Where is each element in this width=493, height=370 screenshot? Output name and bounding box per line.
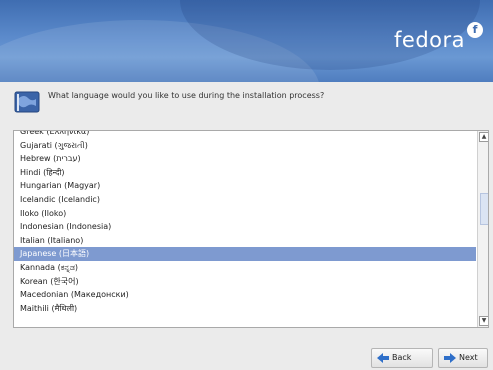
language-list[interactable]: Greek (Ελληνικά) Gujarati (ગુજરાતી) Hebrew…	[13, 130, 489, 328]
next-arrow-icon	[444, 353, 456, 363]
language-flag-icon	[14, 91, 40, 113]
next-button-label: Next	[459, 353, 478, 362]
scrollbar-thumb[interactable]	[480, 193, 488, 225]
language-option[interactable]: Maithili (मैथिली)	[14, 302, 476, 316]
scroll-up-icon[interactable]: ▲	[479, 132, 488, 142]
language-option[interactable]: Macedonian (Македонски)	[14, 288, 476, 302]
language-option[interactable]: Icelandic (Icelandic)	[14, 193, 476, 207]
language-option[interactable]: Italian (Italiano)	[14, 234, 476, 248]
prompt-text: What language would you like to use duri…	[48, 91, 325, 100]
fedora-logo: fedora	[394, 28, 465, 52]
language-option[interactable]: Kannada (ಕನ್ನಡ)	[14, 261, 476, 275]
header-banner: fedora f	[0, 0, 493, 82]
language-list-items: Greek (Ελληνικά) Gujarati (ગુજરાતી) Hebrew…	[14, 131, 476, 316]
next-button[interactable]: Next	[438, 348, 488, 368]
back-button[interactable]: Back	[371, 348, 433, 368]
language-option[interactable]: Gujarati (ગુજરાતી)	[14, 139, 476, 153]
language-option[interactable]: Iloko (Iloko)	[14, 207, 476, 221]
language-prompt: What language would you like to use duri…	[14, 89, 474, 119]
fedora-logo-mark: f	[467, 22, 483, 38]
back-button-label: Back	[392, 353, 412, 362]
scroll-down-icon[interactable]: ▼	[479, 316, 488, 326]
language-option[interactable]: Greek (Ελληνικά)	[14, 131, 476, 139]
language-option[interactable]: Hebrew (עברית)	[14, 152, 476, 166]
back-arrow-icon	[377, 353, 389, 363]
language-option[interactable]: Hindi (हिन्दी)	[14, 166, 476, 180]
language-option[interactable]: Korean (한국어)	[14, 275, 476, 289]
language-option[interactable]: Indonesian (Indonesia)	[14, 220, 476, 234]
language-option[interactable]: Hungarian (Magyar)	[14, 179, 476, 193]
list-scrollbar[interactable]: ▲ ▼	[477, 131, 488, 327]
language-option[interactable]: Japanese (日本語)	[14, 247, 476, 261]
